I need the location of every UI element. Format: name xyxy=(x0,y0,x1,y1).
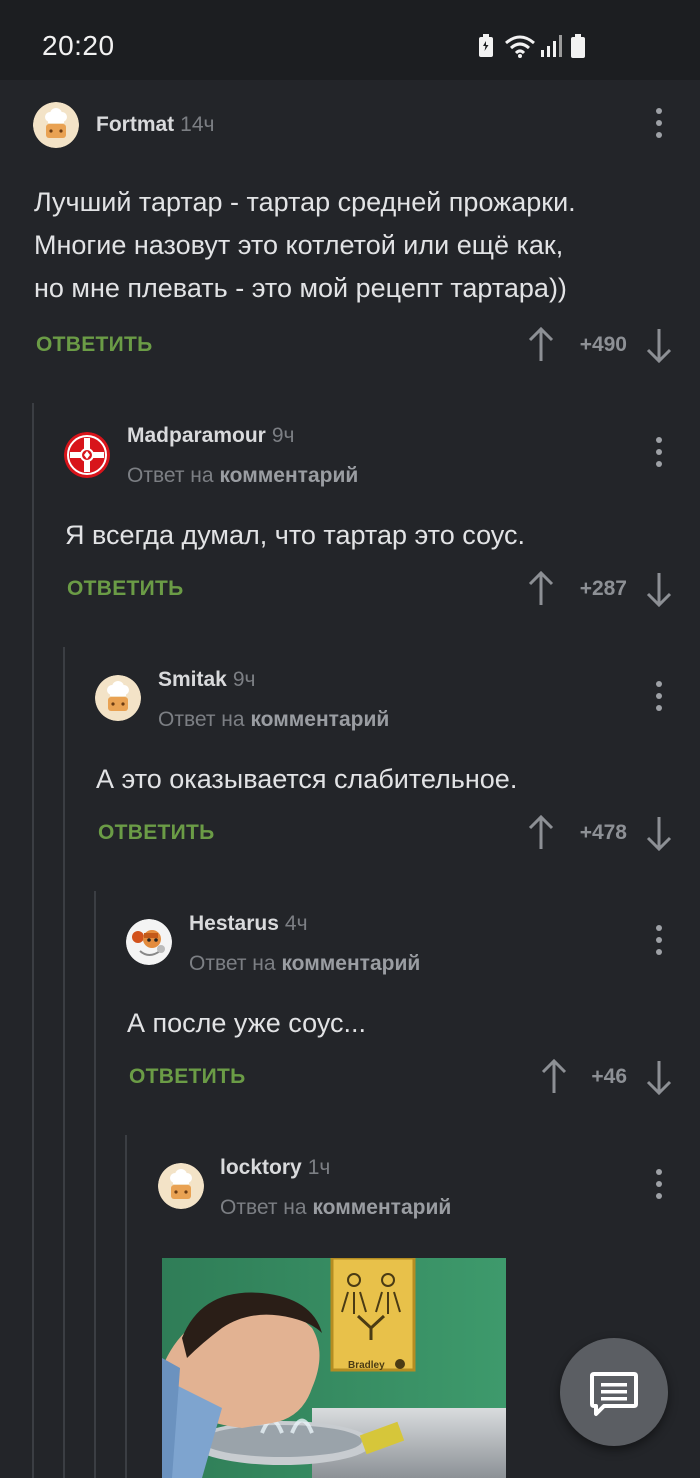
comment-time: 9ч xyxy=(271,424,295,447)
comment-fab-button[interactable] xyxy=(560,1338,668,1446)
reply-to-link[interactable]: комментарий xyxy=(281,952,420,975)
reply-to: Ответ на комментарий xyxy=(158,708,389,732)
reply-button[interactable]: ОТВЕТИТЬ xyxy=(129,1065,246,1089)
comment-score: +490 xyxy=(579,333,627,356)
reply-button[interactable]: ОТВЕТИТЬ xyxy=(36,333,153,357)
photo-sign-text: Bradley xyxy=(348,1360,385,1371)
cartoon-avatar-icon xyxy=(126,919,172,965)
reply-to-prefix: Ответ на xyxy=(158,708,245,731)
wifi-icon xyxy=(505,35,535,58)
author-name-text[interactable]: Hestarus xyxy=(189,912,279,935)
reply-to: Ответ на комментарий xyxy=(127,464,358,488)
comment-text-line-3: но мне плевать - это мой рецепт тартара)… xyxy=(34,273,567,303)
reply-to-link[interactable]: комментарий xyxy=(219,464,358,487)
battery-saver-icon xyxy=(479,34,493,57)
more-options-icon[interactable] xyxy=(649,437,669,469)
comment-time: 1ч xyxy=(307,1156,331,1179)
thread-line-level-3[interactable] xyxy=(94,891,96,1478)
comment-score: +46 xyxy=(591,1065,627,1088)
thread-line-level-4[interactable] xyxy=(125,1135,127,1478)
avatar[interactable] xyxy=(95,675,141,721)
battery-icon xyxy=(571,34,585,58)
thread-line-level-2[interactable] xyxy=(63,647,65,1478)
downvote-arrow-icon[interactable] xyxy=(645,571,673,607)
more-options-icon[interactable] xyxy=(649,925,669,957)
author-name-text[interactable]: Fortmat xyxy=(96,113,174,136)
thread-line-level-1[interactable] xyxy=(32,403,34,1478)
reply-button[interactable]: ОТВЕТИТЬ xyxy=(98,821,215,845)
status-icons xyxy=(478,34,588,60)
comment-score: +478 xyxy=(579,821,627,844)
downvote-arrow-icon[interactable] xyxy=(645,327,673,363)
reply-to-prefix: Ответ на xyxy=(189,952,276,975)
avatar[interactable] xyxy=(64,432,110,478)
chef-hat-avatar-icon xyxy=(95,675,141,721)
reply-to: Ответ на комментарий xyxy=(220,1196,451,1220)
eyewash-station-photo: Bradley xyxy=(162,1258,506,1478)
comment-text-line-2: Многие назовут это котлетой или ещё как, xyxy=(34,230,564,260)
signal-icon xyxy=(541,35,562,57)
more-options-icon[interactable] xyxy=(649,108,669,140)
author-name[interactable]: Fortmat 14ч xyxy=(96,113,214,137)
downvote-arrow-icon[interactable] xyxy=(645,815,673,851)
comment-score: +287 xyxy=(579,577,627,600)
upvote-arrow-icon[interactable] xyxy=(527,571,555,607)
author-name-text[interactable]: Madparamour xyxy=(127,424,266,447)
comment-text-line-1: А это оказывается слабительное. xyxy=(96,764,518,794)
comment-text-line-1: А после уже соус... xyxy=(127,1008,367,1038)
avatar[interactable] xyxy=(126,919,172,965)
comment-time: 9ч xyxy=(232,668,256,691)
comment-text-line-1: Лучший тартар - тартар средней прожарки. xyxy=(34,187,576,217)
comment-time: 4ч xyxy=(284,912,308,935)
more-options-icon[interactable] xyxy=(649,681,669,713)
more-options-icon[interactable] xyxy=(649,1169,669,1201)
reply-button[interactable]: ОТВЕТИТЬ xyxy=(67,577,184,601)
reply-to-prefix: Ответ на xyxy=(127,464,214,487)
comment-time: 14ч xyxy=(180,113,215,136)
status-bar: 20:20 xyxy=(0,0,700,80)
upvote-arrow-icon[interactable] xyxy=(527,327,555,363)
author-name[interactable]: Smitak 9ч xyxy=(158,668,256,692)
reply-to-link[interactable]: комментарий xyxy=(250,708,389,731)
author-name-text[interactable]: Smitak xyxy=(158,668,227,691)
downvote-arrow-icon[interactable] xyxy=(645,1059,673,1095)
avatar[interactable] xyxy=(33,102,79,148)
reply-to-prefix: Ответ на xyxy=(220,1196,307,1219)
author-name[interactable]: Madparamour 9ч xyxy=(127,424,294,448)
chef-hat-avatar-icon xyxy=(158,1163,204,1209)
author-name-text[interactable]: locktory xyxy=(220,1156,302,1179)
author-name[interactable]: locktory 1ч xyxy=(220,1156,330,1180)
avatar[interactable] xyxy=(158,1163,204,1209)
reply-to-link[interactable]: комментарий xyxy=(312,1196,451,1219)
upvote-arrow-icon[interactable] xyxy=(527,815,555,851)
comment-image[interactable]: Bradley xyxy=(162,1258,506,1478)
comment-text-line-1: Я всегда думал, что тартар это соус. xyxy=(65,520,525,550)
comment-icon xyxy=(590,1372,638,1416)
red-cross-avatar-icon xyxy=(64,432,110,478)
reply-to: Ответ на комментарий xyxy=(189,952,420,976)
status-time: 20:20 xyxy=(42,30,115,61)
author-name[interactable]: Hestarus 4ч xyxy=(189,912,308,936)
chef-hat-avatar-icon xyxy=(33,102,79,148)
